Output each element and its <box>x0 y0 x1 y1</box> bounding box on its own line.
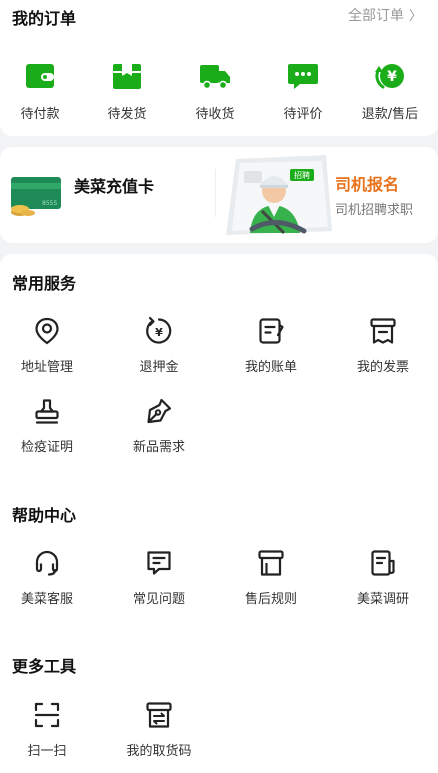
pickup-code-icon <box>146 702 172 728</box>
recharge-card-title: 美菜充值卡 <box>74 177 155 196</box>
help-survey[interactable]: 美菜调研 <box>333 548 433 607</box>
comment-icon <box>288 64 318 89</box>
service-quarantine-cert[interactable]: 检疫证明 <box>0 396 97 455</box>
order-pending-payment-label: 待付款 <box>20 107 60 122</box>
help-customer-service-label: 美菜客服 <box>20 592 73 607</box>
service-my-bill-label: 我的账单 <box>244 360 297 375</box>
stamp-icon <box>35 399 59 424</box>
faq-icon <box>147 551 171 575</box>
service-my-bill[interactable]: 我的账单 <box>221 316 321 375</box>
bill-icon <box>259 318 284 344</box>
service-address-label: 地址管理 <box>20 360 73 375</box>
recharge-card-icon: 8555 <box>11 177 61 216</box>
order-pending-shipment-label: 待发货 <box>107 107 147 122</box>
order-refund-aftersale[interactable]: ¥ 退款/售后 <box>346 60 434 122</box>
driver-signup-banner[interactable]: 招聘 司机报名 司机招聘求职 <box>216 147 438 243</box>
service-my-invoice[interactable]: 我的发票 <box>333 316 433 375</box>
help-center-title: 帮助中心 <box>12 506 77 525</box>
help-aftersale-rules[interactable]: 售后规则 <box>221 548 321 607</box>
order-pending-review[interactable]: 待评价 <box>259 60 347 122</box>
all-orders-link[interactable]: 全部订单〉 <box>348 5 422 25</box>
orders-title: 我的订单 <box>12 9 77 28</box>
tool-pickup-code-label: 我的取货码 <box>126 744 192 759</box>
chevron-right-icon: 〉 <box>408 9 422 24</box>
help-survey-label: 美菜调研 <box>356 592 409 607</box>
help-faq[interactable]: 常见问题 <box>109 548 209 607</box>
service-deposit-refund-label: 退押金 <box>139 360 179 375</box>
headset-icon <box>35 550 59 576</box>
pen-icon <box>147 398 172 424</box>
order-pending-review-label: 待评价 <box>283 107 323 122</box>
driver-badge: 招聘 <box>294 170 310 180</box>
help-faq-label: 常见问题 <box>132 592 185 607</box>
svg-text:¥: ¥ <box>155 326 163 339</box>
order-pending-receipt-label: 待收货 <box>195 107 235 122</box>
rules-icon <box>258 550 284 576</box>
order-pending-payment[interactable]: 待付款 <box>0 60 84 122</box>
recharge-card-banner[interactable]: 8555 美菜充值卡 <box>0 147 214 243</box>
service-new-product-request-label: 新品需求 <box>132 440 185 455</box>
all-orders-label: 全部订单 <box>347 8 404 24</box>
invoice-icon <box>370 318 396 344</box>
order-pending-shipment[interactable]: 待发货 <box>83 60 171 122</box>
svg-text:¥: ¥ <box>387 69 397 85</box>
service-quarantine-cert-label: 检疫证明 <box>20 440 73 455</box>
tool-pickup-code[interactable]: 我的取货码 <box>109 700 209 759</box>
recharge-card-number: 8555 <box>42 200 57 207</box>
refund-icon: ¥ <box>375 64 404 89</box>
driver-signup-title: 司机报名 <box>335 175 400 194</box>
common-services-title: 常用服务 <box>12 274 77 293</box>
wallet-icon <box>26 64 54 88</box>
service-deposit-refund[interactable]: ¥ 退押金 <box>109 316 209 375</box>
deposit-refund-icon: ¥ <box>146 316 172 344</box>
survey-icon <box>371 550 395 576</box>
promo-banner: 8555 美菜充值卡 招聘 司机报名 司机招聘求职 <box>0 147 438 243</box>
help-aftersale-rules-label: 售后规则 <box>244 592 297 607</box>
package-icon <box>113 64 141 89</box>
help-customer-service[interactable]: 美菜客服 <box>0 548 97 607</box>
service-new-product-request[interactable]: 新品需求 <box>109 396 209 455</box>
orders-card: 我的订单 全部订单〉 待付款 待发货 待收货 待评价 ¥ 退款/售后 <box>0 0 438 136</box>
services-card: 常用服务 地址管理 ¥ 退押金 我的账单 我的发票 检疫证明 新品需求 帮助中心… <box>0 254 438 773</box>
tool-scan-label: 扫一扫 <box>27 744 67 759</box>
service-my-invoice-label: 我的发票 <box>356 360 409 375</box>
order-refund-aftersale-label: 退款/售后 <box>361 107 419 122</box>
order-pending-receipt[interactable]: 待收货 <box>171 60 259 122</box>
scan-icon <box>34 702 60 728</box>
location-icon <box>35 317 59 345</box>
service-address[interactable]: 地址管理 <box>0 316 97 375</box>
truck-icon <box>200 65 230 90</box>
driver-illustration: 招聘 <box>226 155 332 235</box>
tool-scan[interactable]: 扫一扫 <box>0 700 97 759</box>
driver-signup-subtitle: 司机招聘求职 <box>335 203 414 218</box>
more-tools-title: 更多工具 <box>12 657 77 676</box>
